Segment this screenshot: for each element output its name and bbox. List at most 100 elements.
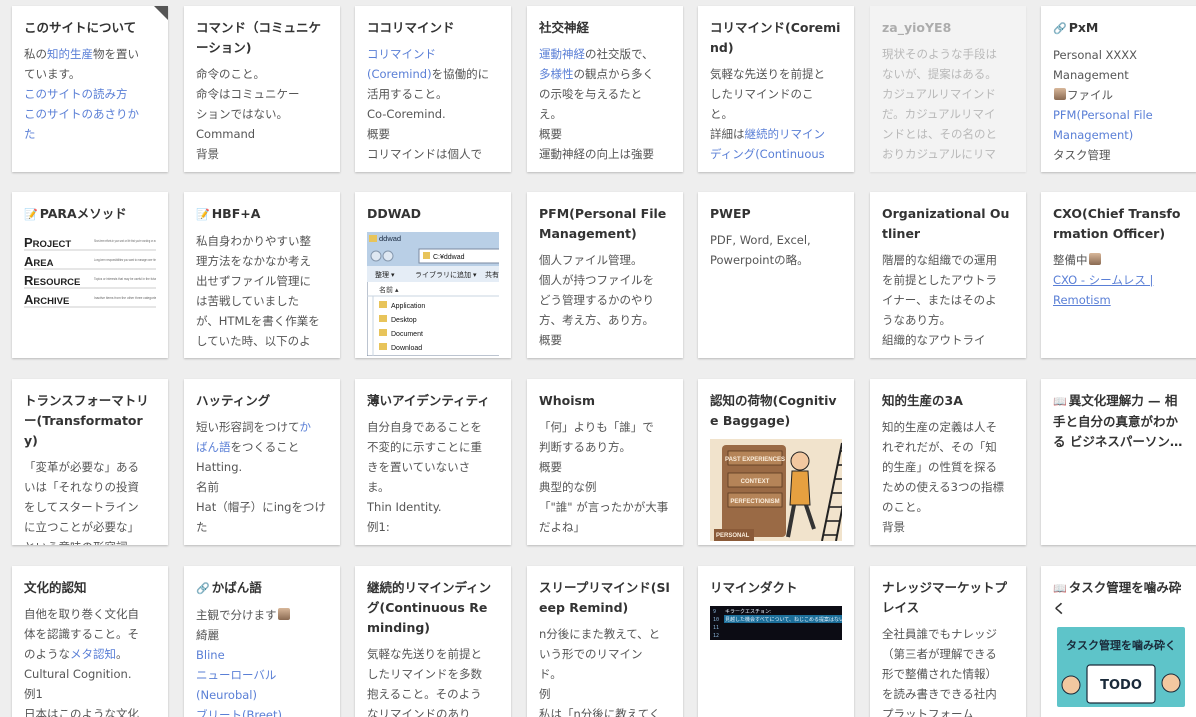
card-line: 自他を取り巻く文化自 [24, 604, 156, 624]
card-line: 現状そのような手段は [882, 44, 1014, 64]
baggage-label: CONTEXT [741, 479, 770, 485]
card-title-text: 異文化理解力 — 相手と自分の真意がわかる ビジネスパーソン… [1053, 393, 1183, 449]
card-line: 全社員誰でもナレッジ [882, 624, 1014, 644]
page-card[interactable]: 🔗 PxM Personal XXXX Management ファイル PFM(Pers… [1041, 6, 1196, 172]
page-card[interactable]: PWEP PDF, Word, Excel, Powerpointの略。 [698, 192, 854, 358]
line-text: きを置いていないさ [367, 460, 471, 474]
page-card[interactable]: za_yioYE8 現状そのような手段は ないが、提案はある。 カジュアルリマインド… [870, 6, 1026, 172]
page-card[interactable]: Organizational Outliner 階層的な組織での運用 を前提とした… [870, 192, 1026, 358]
inline-link[interactable]: Bline [196, 648, 225, 662]
line-text: 私の [24, 47, 47, 61]
line-text: ンドとは、その名のと [882, 127, 997, 141]
inline-link[interactable]: PFM(Personal File [1053, 108, 1153, 122]
page-card[interactable]: スリープリマインド(Sleep Remind) n分後にまた教えて、と いう形での… [527, 566, 683, 717]
page-card[interactable]: 認知の荷物(Cognitive Baggage) PAST EXPERIENCE… [698, 379, 854, 545]
page-card[interactable]: コリマインド(Coremind) 気軽な先送りを前提と したリマインドのこ と。 詳細… [698, 6, 854, 172]
page-card[interactable]: リマインダクト 9 キラークエスチョン: 10 見越した機会すべてについて、ねじこめる… [698, 566, 854, 717]
page-card[interactable]: 🔗 かばん語 主観で分けます 綺麗 Bline ニューローバル (Neurobal) ブリー… [184, 566, 340, 717]
page-card[interactable]: コマンド（コミュニケーション) 命令のこと。 命令はコミュニケー ションではない。 C… [184, 6, 340, 172]
line-text: を前提としたアウトラ [882, 273, 997, 287]
inline-link[interactable]: 継続的リマイン [745, 127, 826, 141]
inline-link[interactable]: Management) [1053, 128, 1133, 142]
card-line: いう形でのリマイン [539, 644, 671, 664]
link-icon: 🔗 [1053, 22, 1067, 35]
inline-link[interactable]: CXO - シームレス | [1053, 273, 1153, 287]
page-card[interactable]: 文化的認知 自他を取り巻く文化自 体を認識すること。そ のようなメタ認知。 Cultu… [12, 566, 168, 717]
line-text: という意味の形容詞。 [24, 540, 139, 545]
card-line: 形で整備された情報） [882, 664, 1014, 684]
page-card[interactable]: 📝 HBF+A 私自身わかりやすい整 理方法をなかなか考え 出せずファイル管理に は苦戦… [184, 192, 340, 358]
card-title: 🔗 PxM [1053, 18, 1185, 39]
card-line: Thin Identity. [367, 497, 499, 517]
card-line: Management [1053, 65, 1185, 85]
card-line: イナー、またはそのよ [882, 290, 1014, 310]
page-card[interactable]: Whoism 「何」よりも「誰」で 判断するあり方。 概要 典型的な例 「"誰" が言っ… [527, 379, 683, 545]
card-line: いは「それなりの投資 [24, 477, 156, 497]
folder-icon [379, 301, 387, 308]
page-card[interactable]: このサイトについて 私の知的生産物を置い ています。 このサイトの読み方 このサイトの… [12, 6, 168, 172]
inline-link[interactable]: (Coremind) [367, 67, 432, 81]
page-card[interactable]: 📖 タスク管理を噛み砕く タスク管理を噛み砕く TODO [1041, 566, 1196, 717]
folder-name: Desktop [391, 317, 417, 324]
line-text: なリマインドのあり [367, 707, 471, 717]
page-card[interactable]: ナレッジマーケットプレイス 全社員誰でもナレッジ （第三者が理解できる 形で整備され… [870, 566, 1026, 717]
inline-link[interactable]: コリマインド [367, 47, 436, 61]
page-card[interactable]: ココリマインド コリマインド (Coremind)を協働的に 活用すること。 Co-C… [355, 6, 511, 172]
line-text: 詳細は [710, 127, 745, 141]
inline-link[interactable]: ばん語 [196, 440, 231, 454]
page-card[interactable]: トランスフォーマトリー(Transformatory) 「変革が必要な」ある いは… [12, 379, 168, 545]
card-title: 📝 HBF+A [196, 204, 328, 225]
card-line: なリマインドのあり [367, 704, 499, 717]
page-card[interactable]: 社交神経 運動神経の社交版で、 多様性の観点から多く の示唆を与えるたと え。 概要 運動… [527, 6, 683, 172]
card-line: 名前 [196, 477, 328, 497]
line-text: 自他を取り巻く文化自 [24, 607, 139, 621]
card-line: と。 [710, 104, 842, 124]
page-card[interactable]: DDWAD ddwad C:¥ddwad 整理 ▾ ライブラリに追加 ▾ 共有 ▾ 名前 … [355, 192, 511, 358]
inline-link[interactable]: か [300, 420, 312, 434]
line-text: 日本はこのような文化 [24, 707, 139, 717]
page-card[interactable]: 薄いアイデンティティ 自分自身であることを 不変的に示すことに重 きを置いていないさ… [355, 379, 511, 545]
card-title: 継続的リマインディング(Continuous Reminding) [367, 580, 492, 635]
line-text: コリマインドは個人で [367, 147, 482, 161]
inline-link[interactable]: ニューローバル [196, 668, 276, 682]
line-text: 典型的な例 [539, 480, 597, 494]
line-text: 物を置い [93, 47, 139, 61]
page-card[interactable]: 📖 異文化理解力 — 相手と自分の真意がわかる ビジネスパーソン… [1041, 379, 1196, 545]
page-card[interactable]: ハッティング 短い形容詞をつけてか ばん語をつくること Hatting. 名前 Hat（… [184, 379, 340, 545]
card-line: のこと。 [882, 497, 1014, 517]
page-card[interactable]: 📝 PARAメソッド PROJECT Short-term efforts in y… [12, 192, 168, 358]
card-line: Hat（帽子）にingをつけ [196, 497, 328, 517]
card-title: リマインダクト [710, 580, 798, 595]
inline-link[interactable]: Remotism [1053, 293, 1111, 307]
inline-link[interactable]: (Neurobal) [196, 688, 257, 702]
baggage-illustration: PAST EXPERIENCES CONTEXT PERFECTIONISM PERS… [710, 439, 842, 542]
inline-link[interactable]: 多様性 [539, 67, 574, 81]
card-line: ブリート(Breet) [196, 705, 328, 717]
card-line: ションではない。 [196, 104, 328, 124]
inline-link[interactable]: た [24, 127, 36, 141]
card-line: の示唆を与えるたと [539, 84, 671, 104]
inline-link[interactable]: 知的生産 [47, 47, 93, 61]
page-card[interactable]: 知的生産の3A 知的生産の定義は人そ れぞれだが、その「知 的生産」の性質を探る ため… [870, 379, 1026, 545]
card-line: れぞれだが、その「知 [882, 437, 1014, 457]
inline-link[interactable]: 運動神経 [539, 47, 585, 61]
page-card[interactable]: CXO(Chief Transformation Officer) 整備中 CXO… [1041, 192, 1196, 358]
inline-link[interactable]: ブリート(Breet) [196, 708, 282, 717]
page-card[interactable]: 継続的リマインディング(Continuous Reminding) 気軽な先送り… [355, 566, 511, 717]
inline-link[interactable]: メタ認知 [70, 647, 116, 661]
line-text: 名前 [196, 480, 219, 494]
inline-link[interactable]: ディング(Continuous [710, 147, 825, 161]
card-line: をしてスタートライン [24, 497, 156, 517]
line-text: どう管理するかのやり [539, 293, 654, 307]
person-icon [1061, 675, 1081, 695]
inline-link[interactable]: このサイトのあさりか [24, 107, 139, 121]
card-line: 個人が持つファイルを [539, 270, 671, 290]
card-title: CXO(Chief Transformation Officer) [1053, 206, 1181, 241]
card-title: 薄いアイデンティティ [367, 393, 490, 408]
card-line: Co-Coremind. [367, 104, 499, 124]
card-line: 知的生産の定義は人そ [882, 417, 1014, 437]
inline-link[interactable]: このサイトの読み方 [24, 87, 128, 101]
card-line: 背景 [196, 144, 328, 164]
page-card[interactable]: PFM(Personal File Management) 個人ファイル管理。個… [527, 192, 683, 358]
address-path: C:¥ddwad [433, 254, 465, 261]
